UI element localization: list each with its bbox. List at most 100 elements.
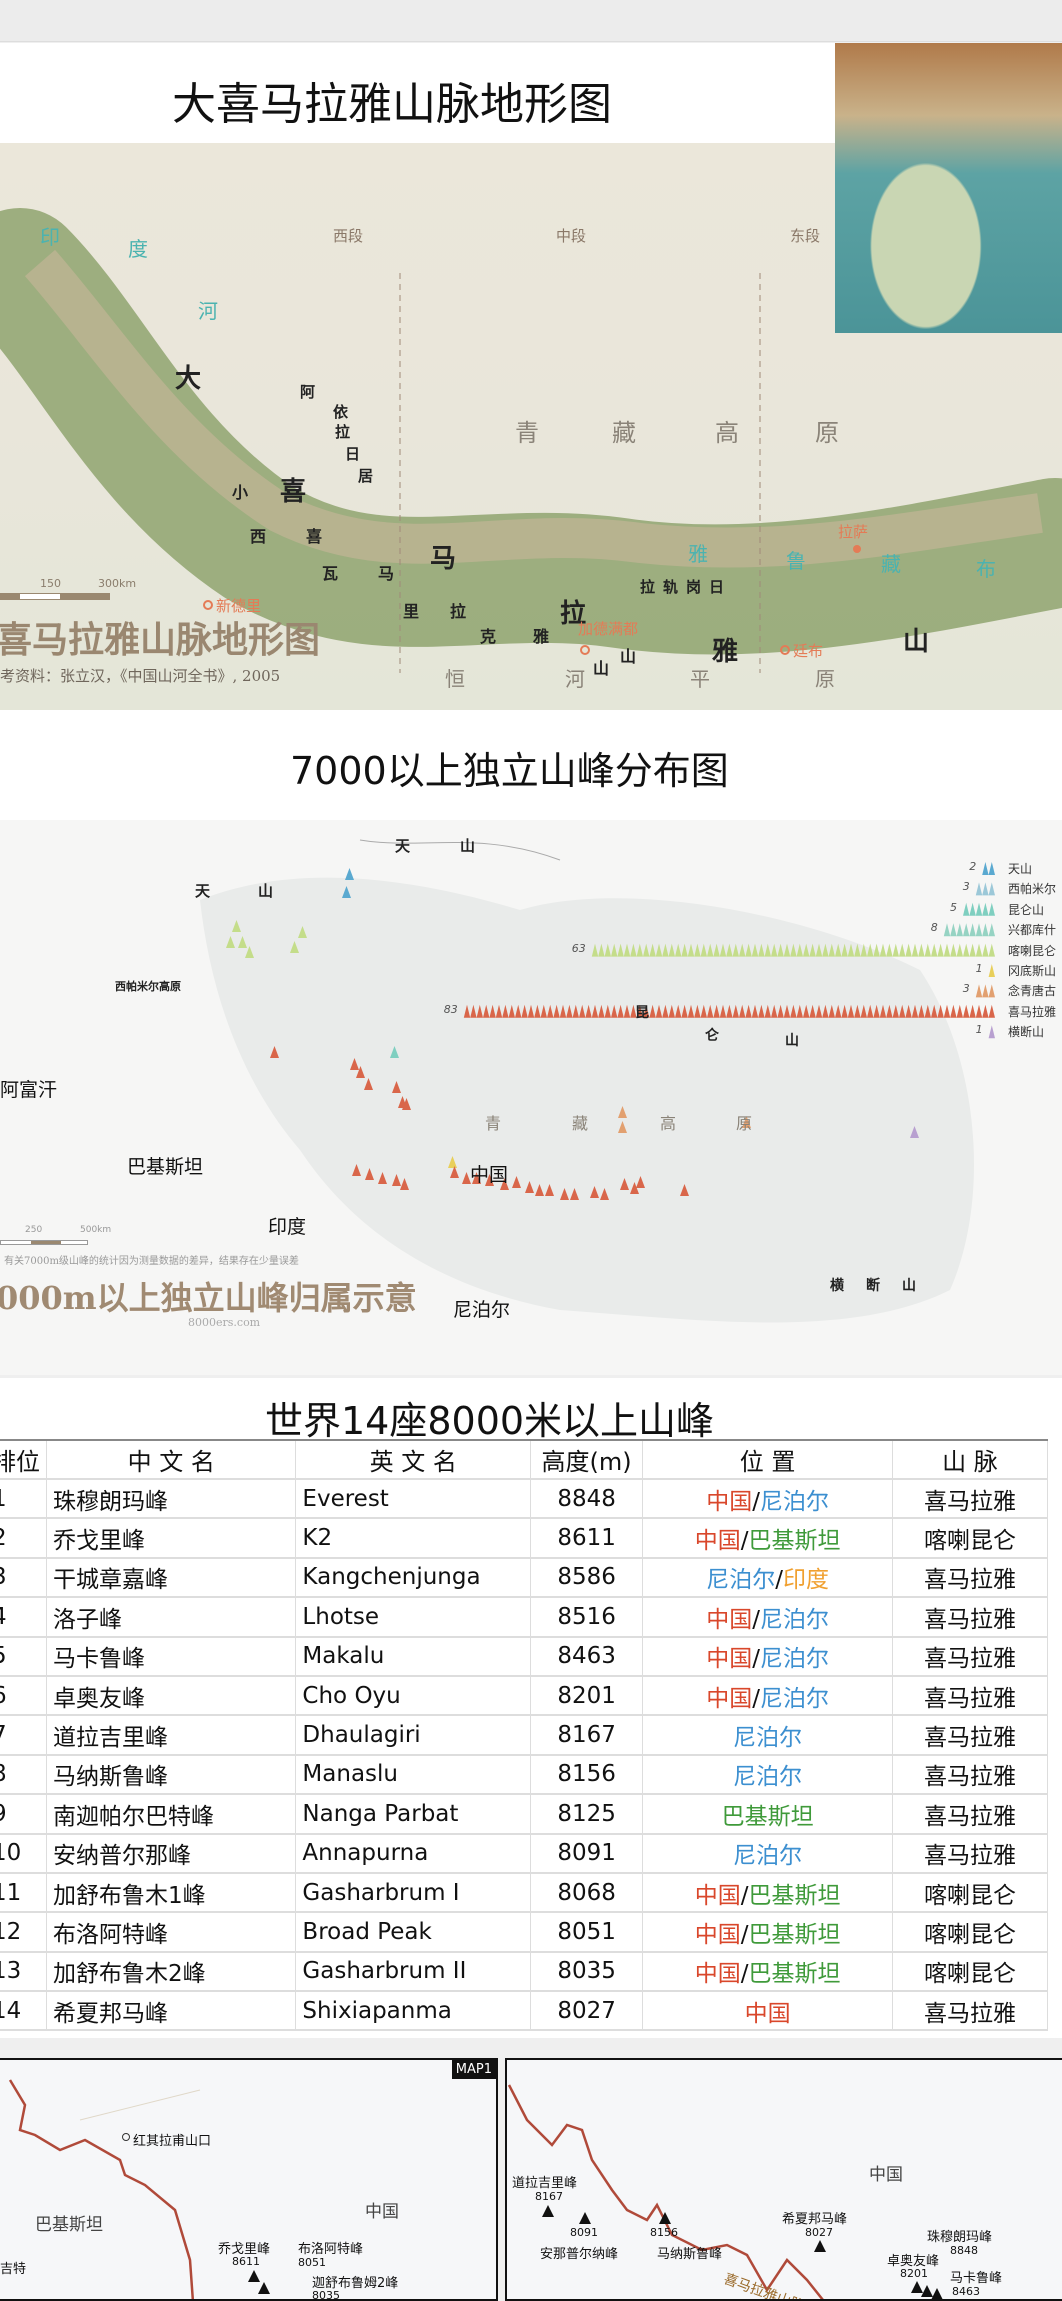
location-cell: 中国 xyxy=(642,1991,893,2032)
segment-label: 东段 xyxy=(790,227,821,245)
legend-peak-mark xyxy=(988,923,995,937)
legend-peak-mark xyxy=(899,943,906,957)
map-label: 西 xyxy=(250,527,267,546)
legend-count: 63 xyxy=(571,941,586,955)
map-label: 山 xyxy=(903,627,930,657)
country: 中国 xyxy=(706,1488,753,1515)
map-source: 考资料：张立汉，《中国山河全书》, 2005 xyxy=(0,667,281,685)
country: 中国 xyxy=(744,2000,791,2027)
range-cell: 喜马拉雅 xyxy=(892,1794,1049,1835)
legend-label: 西帕米尔 xyxy=(1008,882,1057,897)
source-site: 8000ers.com xyxy=(188,1316,261,1329)
legend-peak-mark xyxy=(969,902,976,916)
pamir-label: 西帕米尔高原 xyxy=(115,980,181,993)
height-cell: 8068 xyxy=(530,1872,644,1914)
legend-count: 5 xyxy=(950,900,957,914)
map-label: 原 xyxy=(815,667,835,691)
map-label: 依 xyxy=(333,403,349,421)
map-label: 拉 xyxy=(335,423,351,441)
legend-peak-mark xyxy=(988,1004,995,1018)
rank-cell: 13 xyxy=(0,1951,47,1993)
country: 尼泊尔 xyxy=(759,1488,829,1515)
legend-peak-mark xyxy=(975,882,983,896)
col-location: 位 置 xyxy=(642,1439,893,1480)
legend-peak-mark xyxy=(950,943,957,957)
peak-height: 8611 xyxy=(232,2255,260,2268)
legend-count: 1 xyxy=(975,1023,983,1037)
map-label: 天 xyxy=(195,882,211,900)
legend-label: 兴都库什 xyxy=(1008,923,1057,938)
map-label: 河 xyxy=(565,667,585,691)
map-label: 山 xyxy=(902,1278,916,1294)
pass-label: 红其拉甫山口 xyxy=(133,2134,212,2149)
map-label: 马 xyxy=(430,544,457,574)
peak-height: 8167 xyxy=(535,2190,563,2203)
table-row: 4洛子峰Lhotse8516中国/尼泊尔喜马拉雅 xyxy=(0,1597,1049,1638)
peak-triangle-icon xyxy=(579,2212,591,2224)
map-label: 马 xyxy=(378,564,395,583)
range-cell: 喜马拉雅 xyxy=(892,1715,1049,1756)
en-name-cell: Dhaulagiri xyxy=(295,1715,532,1756)
map-label: 瓦 xyxy=(322,564,339,583)
col-range: 山 脉 xyxy=(892,1439,1049,1480)
map-badge: MAP1 xyxy=(451,2060,496,2079)
map-watermark-title: 喜马拉雅山脉地形图 xyxy=(0,619,321,661)
map-label: 日 xyxy=(345,445,361,463)
peak-name: 道拉吉里峰 xyxy=(512,2176,578,2191)
rank-cell: 6 xyxy=(0,1675,47,1717)
peak-triangle-icon xyxy=(248,2270,260,2282)
map-label: 仑 xyxy=(705,1028,719,1044)
segment-label: 中段 xyxy=(556,227,587,245)
height-cell: 8167 xyxy=(530,1715,644,1756)
map-label: 藏 xyxy=(612,419,636,447)
peak-name: 安那普尔纳峰 xyxy=(540,2247,619,2262)
peak-marker xyxy=(345,868,354,880)
map-label: 喜 xyxy=(306,527,323,546)
segment-label: 西段 xyxy=(333,227,364,245)
height-cell: 8611 xyxy=(530,1518,644,1559)
map-label: 里 xyxy=(403,602,420,621)
terrain-map-title: 大喜马拉雅山脉地形图 xyxy=(172,79,612,130)
rank-cell: 10 xyxy=(0,1833,47,1874)
country: 尼泊尔 xyxy=(706,1567,776,1594)
lagang-range-label: 拉轨岗日 xyxy=(640,578,733,596)
peak-name: 布洛阿特峰 xyxy=(298,2242,364,2257)
country: 中国 xyxy=(694,1961,741,1988)
map-label: 青 xyxy=(515,419,539,447)
table-title: 世界14座8000米以上山峰 xyxy=(265,1399,715,1443)
location-cell: 中国/巴基斯坦 xyxy=(642,1518,893,1559)
legend-peak-mark xyxy=(943,1004,951,1018)
scale-label: 500km xyxy=(80,1225,112,1235)
table-row: 9南迦帕尔巴特峰Nanga Parbat8125 巴基斯坦 喜马拉雅 xyxy=(0,1794,1049,1835)
en-name-cell: Annapurna xyxy=(295,1833,532,1874)
map-label: 度 xyxy=(128,237,148,261)
peaks-table-section: 世界14座8000米以上山峰 排位 中 文 名 英 文 名 高度(m) 位 置 … xyxy=(0,1378,1062,2038)
legend-peak-mark xyxy=(988,943,995,957)
legend-peak-mark xyxy=(918,943,925,957)
range-cell: 喀喇昆仑 xyxy=(892,1951,1049,1993)
terrain-map-section: 大喜马拉雅山脉地形图 印 度 河 西段 中段 东段 大 喜 马 拉 雅 山 阿 … xyxy=(0,43,1062,710)
col-rank: 排位 xyxy=(0,1439,47,1480)
legend-peak-mark xyxy=(982,943,989,957)
range-cell: 喜马拉雅 xyxy=(892,1675,1049,1717)
detail-maps-section: MAP1 红其拉甫山口 巴基斯坦 中国 吉特 乔戈里峰 8611 布洛阿特峰 8… xyxy=(0,2058,1062,2301)
legend-peak-mark xyxy=(937,943,944,957)
legend-peak-mark xyxy=(956,1004,963,1018)
en-name-cell: Gasharbrum I xyxy=(295,1872,532,1914)
cn-name-cell: 马纳斯鲁峰 xyxy=(46,1754,297,1796)
cn-name-cell: 道拉吉里峰 xyxy=(46,1715,297,1756)
rank-cell: 5 xyxy=(0,1636,47,1677)
legend-label: 天山 xyxy=(1008,862,1033,876)
country: 尼泊尔 xyxy=(759,1606,829,1633)
location-cell: 尼泊尔 xyxy=(642,1833,893,1874)
country: 巴基斯坦 xyxy=(748,1921,841,1948)
map-label: 恒 xyxy=(445,667,465,691)
rank-cell: 2 xyxy=(0,1518,47,1559)
rank-cell: 1 xyxy=(0,1479,47,1520)
legend-peak-mark xyxy=(892,943,899,957)
legend-peak-mark xyxy=(943,923,951,937)
range-cell: 喜马拉雅 xyxy=(892,1597,1049,1638)
separator: / xyxy=(775,1567,783,1594)
south-asia-relief-image xyxy=(835,43,1062,333)
rank-cell: 14 xyxy=(0,1991,47,2032)
